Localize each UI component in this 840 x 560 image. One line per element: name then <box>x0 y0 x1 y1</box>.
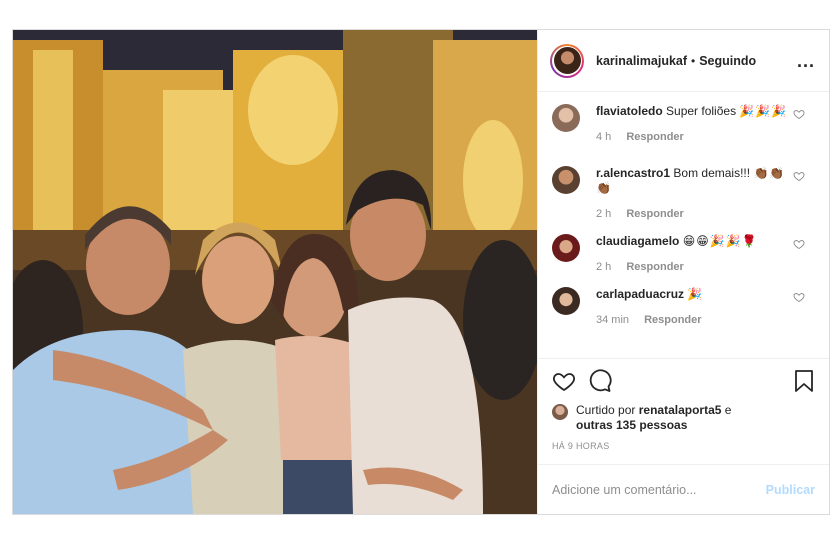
likes-prefix: Curtido por <box>576 403 636 417</box>
commenter-avatar[interactable] <box>552 234 580 262</box>
avatar-face <box>553 47 581 74</box>
comment-item: r.alencastro1 Bom demais!!! 👏🏾👏🏾👏🏾 2 h R… <box>552 166 815 222</box>
comment-emoji: 😁😁🎉🎉🌹 <box>682 234 758 248</box>
post-photo[interactable] <box>13 30 537 514</box>
likes-others[interactable]: outras 135 pessoas <box>576 418 687 432</box>
follow-status-button[interactable]: Seguindo <box>699 54 756 68</box>
comment-meta: 4 h Responder <box>596 130 796 145</box>
comment-text: Super foliões <box>666 104 737 118</box>
post-actions: Curtido por renatalaporta5 e outras 135 … <box>538 358 829 464</box>
commenter-avatar[interactable] <box>552 166 580 194</box>
likes-conj: e <box>724 403 732 417</box>
commenter-avatar[interactable] <box>552 287 580 315</box>
reply-button[interactable]: Responder <box>626 208 683 220</box>
bookmark-icon[interactable] <box>793 369 815 393</box>
comment-item: flaviatoledo Super foliões 🎉🎉🎉 4 h Respo… <box>552 104 815 154</box>
comment-meta: 2 h Responder <box>596 260 796 275</box>
separator-dot: • <box>691 53 696 68</box>
liker-username[interactable]: renatalaporta5 <box>639 403 722 417</box>
comment-username[interactable]: carlapaduacruz <box>596 287 684 301</box>
author-avatar[interactable] <box>550 43 584 78</box>
likes-text: Curtido por renatalaporta5 e outras 135 … <box>576 403 731 433</box>
post-sidebar: karinalimajukaf • Seguindo ... flaviatol… <box>537 30 829 514</box>
comment-body: flaviatoledo Super foliões 🎉🎉🎉 4 h Respo… <box>596 104 796 154</box>
like-heart-icon[interactable] <box>552 369 576 393</box>
add-comment-bar: Adicione um comentário... Publicar <box>538 464 829 514</box>
comment-username[interactable]: claudiagamelo <box>596 234 679 248</box>
comment-body: carlapaduacruz 🎉 34 min Responder <box>596 287 796 328</box>
reply-button[interactable]: Responder <box>644 314 701 326</box>
comment-text: Bom demais!!! <box>673 166 751 180</box>
author-username[interactable]: karinalimajukaf <box>596 54 687 68</box>
avatar-inner <box>552 45 582 76</box>
heart-icon[interactable] <box>793 108 805 120</box>
comment-body: r.alencastro1 Bom demais!!! 👏🏾👏🏾👏🏾 2 h R… <box>596 166 796 222</box>
comment-emoji: 🎉 <box>687 287 704 301</box>
instagram-post: karinalimajukaf • Seguindo ... flaviatol… <box>12 29 830 515</box>
comment-time: 2 h <box>596 208 612 220</box>
comment-input[interactable]: Adicione um comentário... <box>552 483 766 497</box>
more-options-button[interactable]: ... <box>797 52 815 70</box>
heart-icon[interactable] <box>793 238 805 250</box>
comment-username[interactable]: r.alencastro1 <box>596 166 670 180</box>
comments-list: flaviatoledo Super foliões 🎉🎉🎉 4 h Respo… <box>538 92 829 358</box>
comment-time: 34 min <box>596 314 630 326</box>
comment-meta: 34 min Responder <box>596 313 796 328</box>
likes-summary: Curtido por renatalaporta5 e outras 135 … <box>552 403 815 433</box>
publish-button[interactable]: Publicar <box>766 483 815 497</box>
comment-item: carlapaduacruz 🎉 34 min Responder <box>552 287 815 328</box>
heart-icon[interactable] <box>793 291 805 303</box>
heart-icon[interactable] <box>793 170 805 182</box>
comment-bubble-icon[interactable] <box>588 369 612 393</box>
comment-time: 2 h <box>596 261 612 273</box>
comment-meta: 2 h Responder <box>596 207 796 222</box>
comment-username[interactable]: flaviatoledo <box>596 104 663 118</box>
comment-time: 4 h <box>596 131 612 143</box>
comment-body: claudiagamelo 😁😁🎉🎉🌹 2 h Responder <box>596 234 796 275</box>
photo-illustration <box>13 30 537 514</box>
action-icons <box>552 367 815 395</box>
liker-avatar[interactable] <box>552 404 568 420</box>
post-timestamp: HÁ 9 HORAS <box>552 441 610 451</box>
post-header: karinalimajukaf • Seguindo ... <box>538 30 829 92</box>
comment-item: claudiagamelo 😁😁🎉🎉🌹 2 h Responder <box>552 234 815 275</box>
reply-button[interactable]: Responder <box>626 131 683 143</box>
commenter-avatar[interactable] <box>552 104 580 132</box>
reply-button[interactable]: Responder <box>626 261 683 273</box>
comment-emoji: 🎉🎉🎉 <box>739 104 788 118</box>
